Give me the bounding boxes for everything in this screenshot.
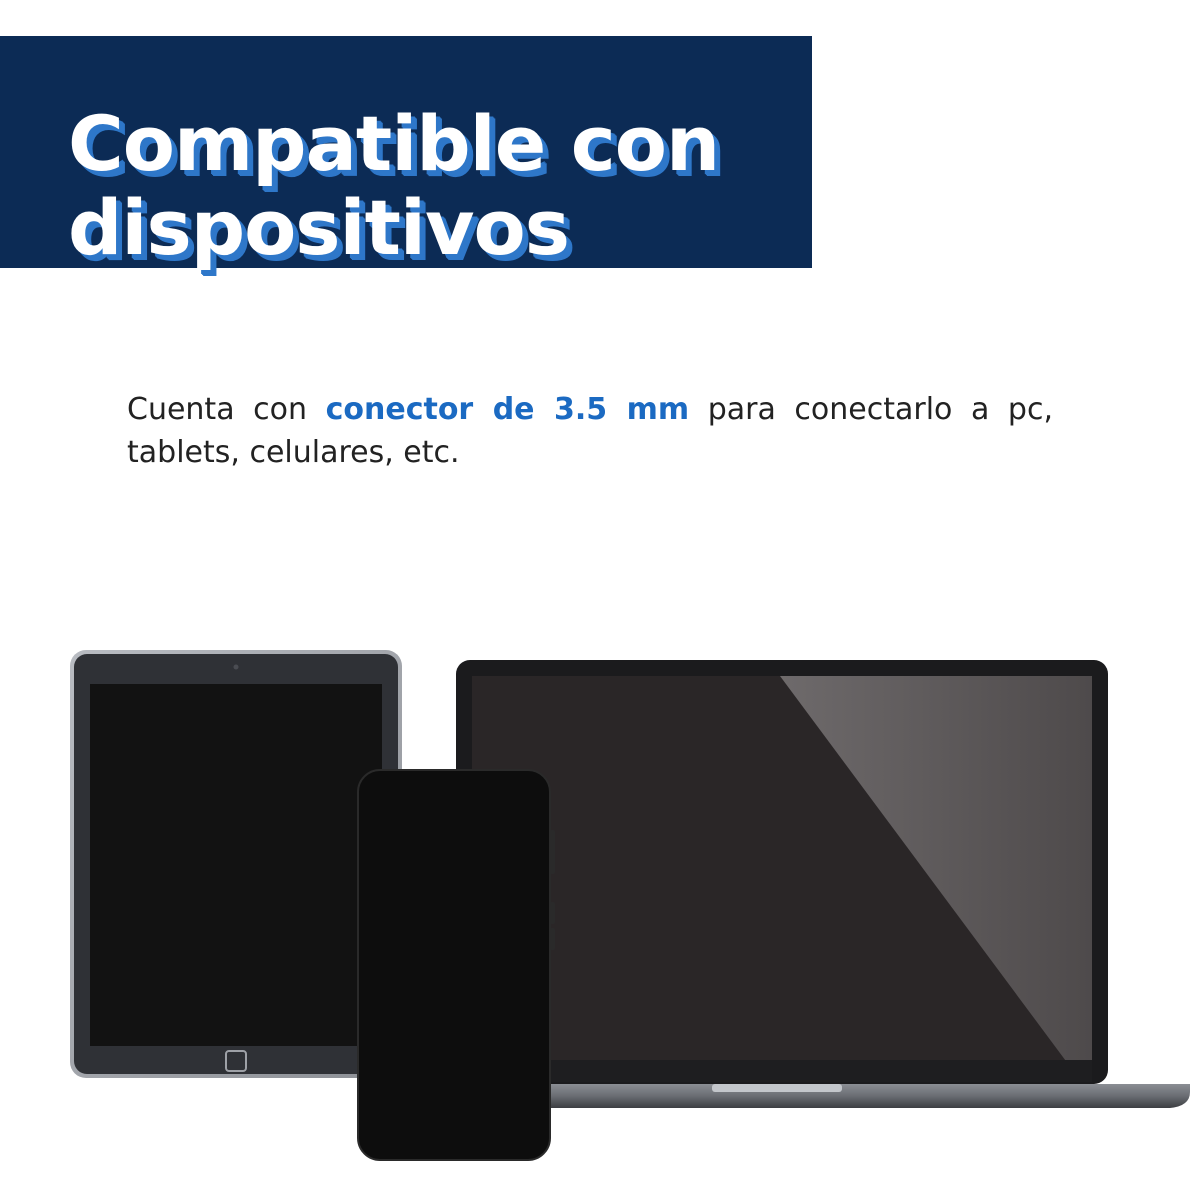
tablet	[70, 650, 402, 1078]
phone-side-button	[550, 902, 555, 924]
tablet-camera	[233, 664, 239, 670]
tablet-screen	[90, 684, 382, 1046]
headline-line-1: Compatible con	[68, 99, 720, 188]
description-intro: Cuenta con	[127, 392, 326, 427]
phone-body	[357, 769, 551, 1161]
phone-volume-button	[550, 830, 555, 874]
connector-highlight: conector de 3.5 mm	[325, 392, 690, 427]
headline: Compatible con dispositivos	[68, 99, 720, 272]
headline-line-2: dispositivos	[68, 183, 570, 272]
devices-illustration	[70, 650, 1190, 1161]
smartphone	[357, 769, 555, 1161]
feature-description: Cuenta con conector de 3.5 mm para conec…	[127, 388, 1053, 474]
title-banner: Compatible con dispositivos	[0, 36, 812, 272]
product-feature-card: Compatible con dispositivos Cuenta con c…	[0, 0, 1200, 1200]
phone-side-button	[550, 928, 555, 950]
laptop-notch	[712, 1084, 842, 1092]
